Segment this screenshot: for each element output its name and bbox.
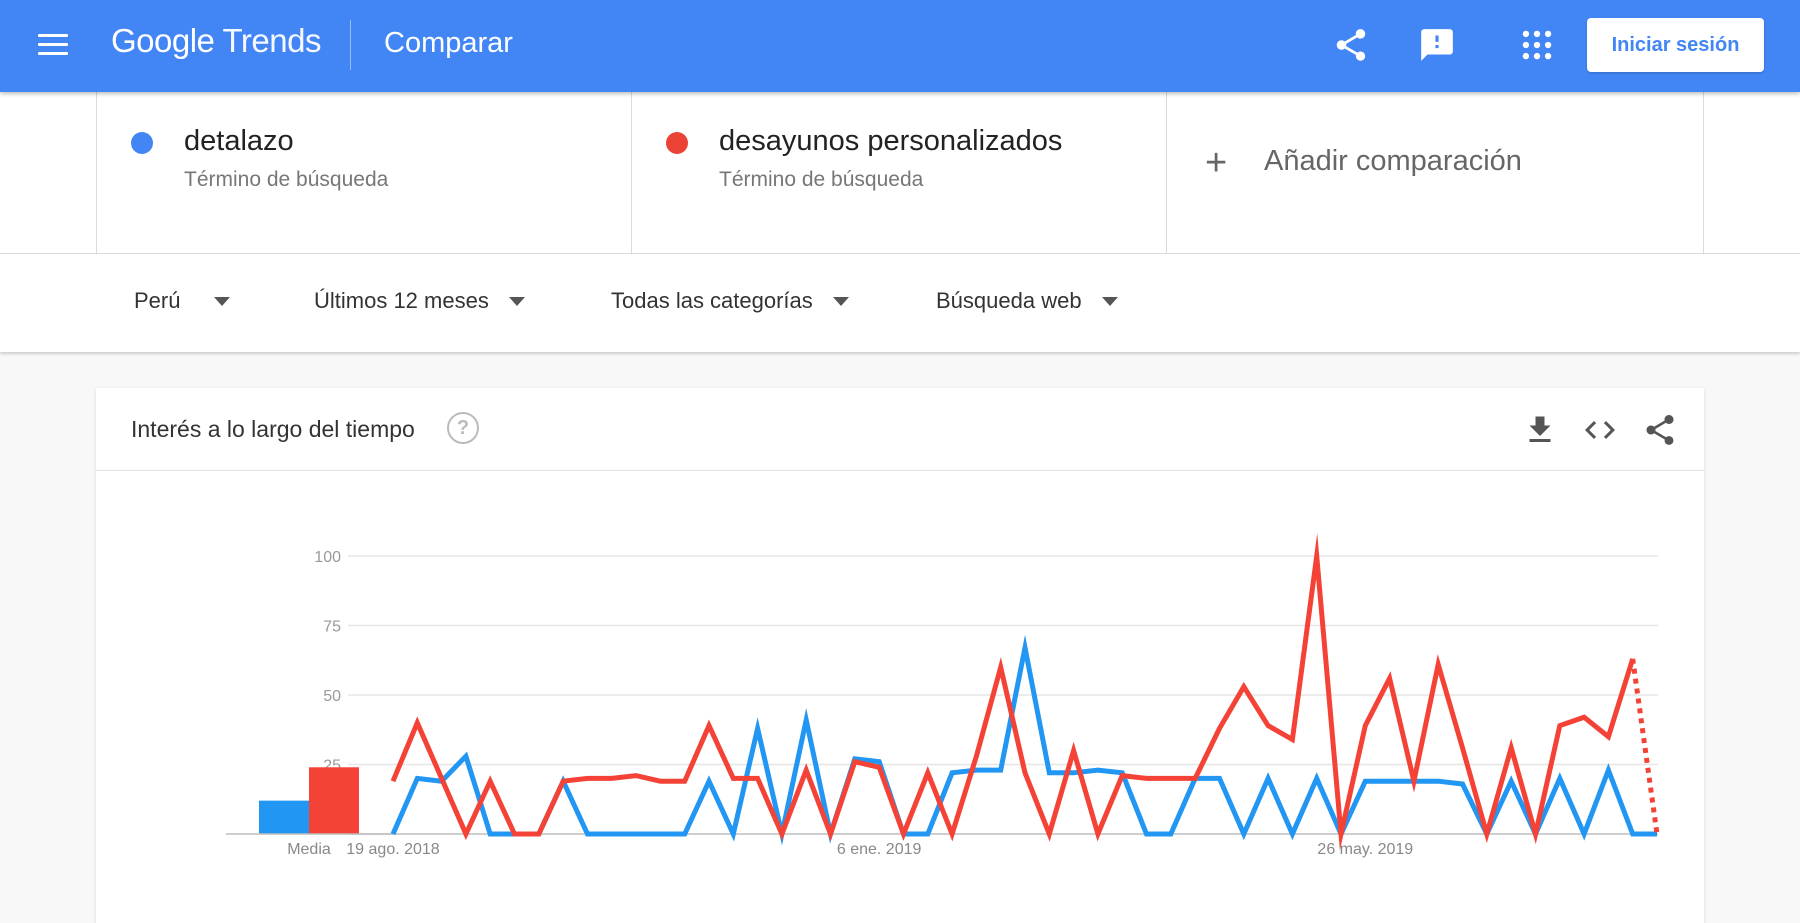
y-tick-label: 50 <box>323 688 341 705</box>
x-tick-label: 6 ene. 2019 <box>837 841 922 858</box>
help-icon[interactable]: ? <box>447 412 479 444</box>
term-color-dot <box>131 132 153 154</box>
google-trends-logo[interactable]: Google Trends <box>111 22 321 60</box>
term-name: detalazo <box>184 125 294 157</box>
y-tick-label: 75 <box>323 619 341 636</box>
chevron-down-icon <box>832 296 849 306</box>
series-line[interactable] <box>390 634 1657 846</box>
share-icon[interactable] <box>1642 412 1678 448</box>
header-divider <box>350 20 351 70</box>
add-comparison-label: Añadir comparación <box>1264 145 1522 177</box>
period-dropdown[interactable]: Últimos 12 meses <box>314 288 525 314</box>
add-comparison-button[interactable]: + Añadir comparación <box>1166 92 1704 254</box>
x-tick-label: 26 may. 2019 <box>1317 841 1413 858</box>
interest-over-time-card: Interés a lo largo del tiempo ? 25 50 75 10… <box>96 388 1704 923</box>
series-partial-segment <box>1630 658 1660 835</box>
signin-button[interactable]: Iniciar sesión <box>1587 18 1764 72</box>
share-icon[interactable] <box>1332 26 1370 64</box>
page-title: Comparar <box>384 27 513 59</box>
category-dropdown[interactable]: Todas las categorías <box>611 288 849 314</box>
category-value: Todas las categorías <box>611 288 813 313</box>
logo-google: Google <box>111 22 215 59</box>
plus-icon: + <box>1205 142 1228 184</box>
period-value: Últimos 12 meses <box>314 288 489 313</box>
comparison-terms: detalazo Término de búsqueda desayunos p… <box>0 92 1800 254</box>
region-value: Perú <box>134 288 181 313</box>
term-type: Término de búsqueda <box>184 168 389 191</box>
term-card-desayunos[interactable]: desayunos personalizados Término de búsq… <box>631 92 1166 254</box>
average-label: Media <box>287 841 331 858</box>
search-type-dropdown[interactable]: Búsqueda web <box>936 288 1118 314</box>
term-color-dot <box>666 132 688 154</box>
term-card-detalazo[interactable]: detalazo Término de búsqueda <box>96 92 631 254</box>
region-dropdown[interactable]: Perú <box>134 288 231 314</box>
average-bar[interactable] <box>309 767 359 834</box>
card-header: Interés a lo largo del tiempo ? <box>96 388 1704 471</box>
chevron-down-icon <box>214 296 231 306</box>
download-icon[interactable] <box>1522 412 1558 448</box>
embed-icon[interactable] <box>1582 412 1618 448</box>
menu-icon[interactable] <box>38 34 68 56</box>
apps-icon[interactable] <box>1518 26 1556 64</box>
card-title: Interés a lo largo del tiempo <box>131 416 415 442</box>
feedback-icon[interactable] <box>1418 26 1456 64</box>
chevron-down-icon <box>508 296 525 306</box>
term-type: Término de búsqueda <box>719 168 924 191</box>
chart-gridlines: 255075100 <box>314 549 1658 835</box>
top-app-bar: Google Trends Comparar Iniciar sesión <box>0 0 1800 92</box>
search-type-value: Búsqueda web <box>936 288 1082 313</box>
x-tick-label: 19 ago. 2018 <box>346 841 440 858</box>
logo-trends: Trends <box>222 22 322 59</box>
y-tick-label: 100 <box>314 549 341 566</box>
x-axis-labels: 19 ago. 2018 6 ene. 2019 26 may. 2019 <box>346 841 1413 858</box>
chevron-down-icon <box>1101 296 1118 306</box>
average-bar[interactable] <box>259 800 309 834</box>
filter-bar: Perú Últimos 12 meses Todas las categorí… <box>0 254 1800 352</box>
interest-line-chart[interactable]: 255075100 Media 19 ago. 2018 6 ene. 2019 2… <box>96 471 1704 923</box>
term-name: desayunos personalizados <box>719 125 1063 157</box>
